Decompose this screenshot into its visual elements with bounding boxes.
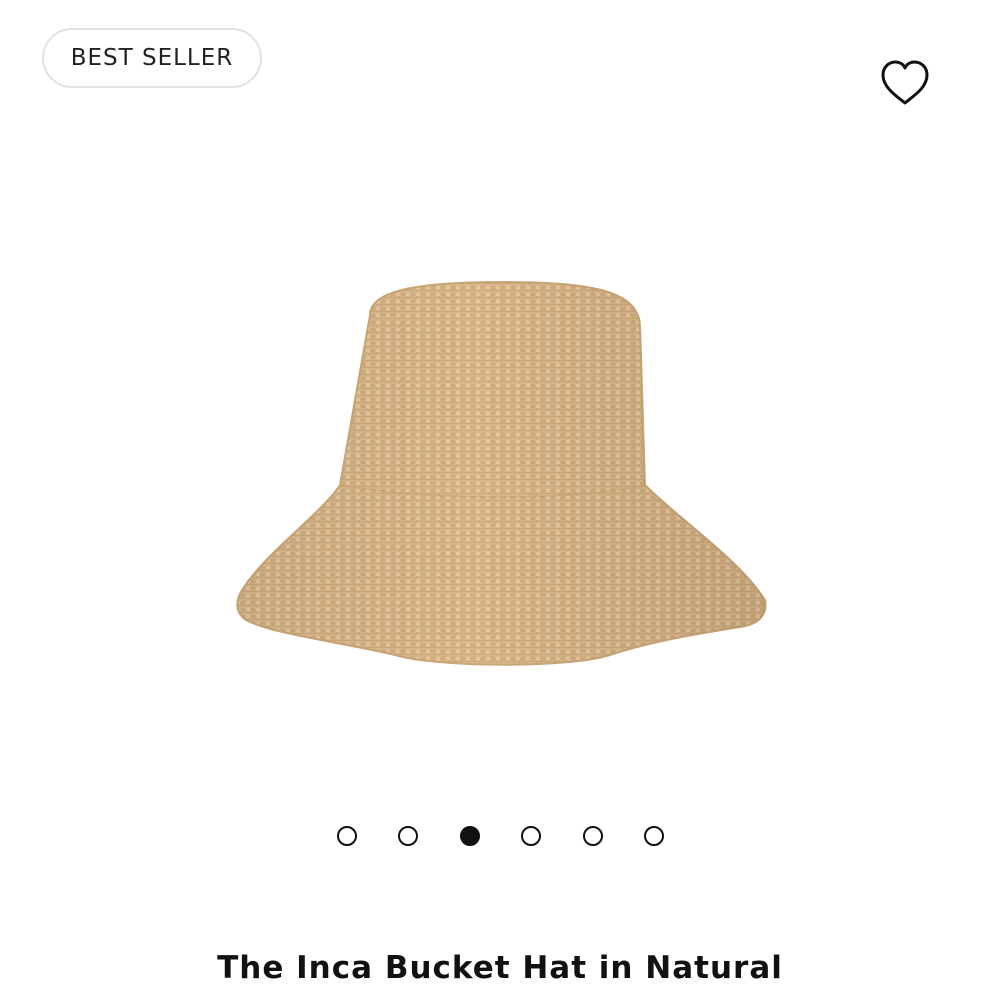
product-image[interactable] [220,270,780,690]
carousel-dot[interactable] [398,826,418,846]
carousel-dot-active[interactable] [460,826,480,846]
carousel-dot[interactable] [583,826,603,846]
product-title[interactable]: The Inca Bucket Hat in Natural [0,950,1000,986]
carousel-dot[interactable] [337,826,357,846]
best-seller-label: BEST SELLER [70,45,234,71]
bucket-hat-image [236,280,767,666]
wishlist-button[interactable] [878,58,932,108]
image-carousel-indicator [0,824,1000,848]
heart-icon [881,60,929,105]
best-seller-badge: BEST SELLER [42,28,262,88]
carousel-dot[interactable] [644,826,664,846]
carousel-dot[interactable] [521,826,541,846]
